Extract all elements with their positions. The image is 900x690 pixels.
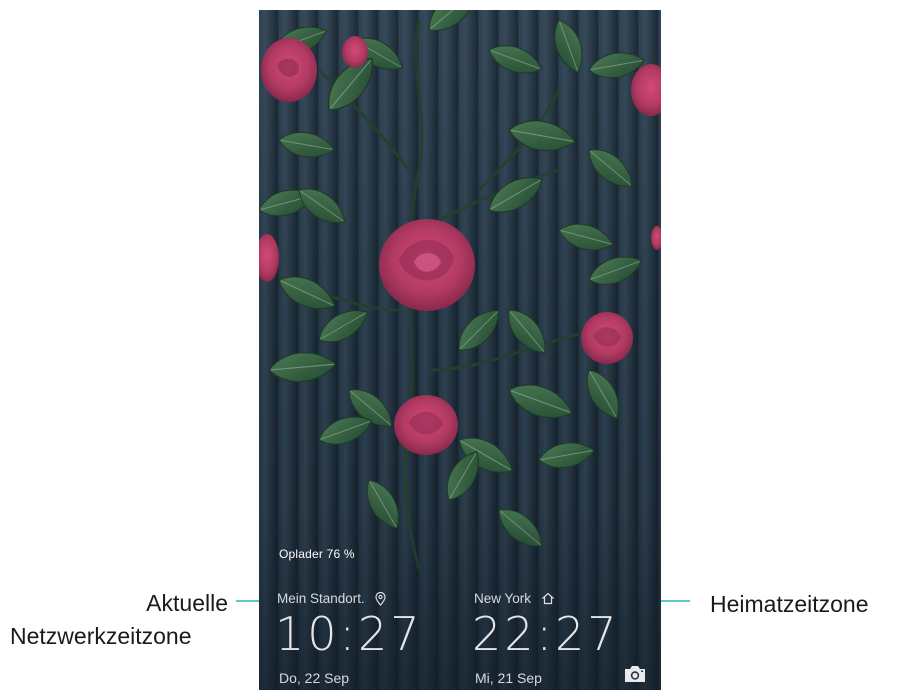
local-clock-time: 10:27 [275,607,423,661]
location-pin-icon [375,591,386,606]
camera-icon[interactable] [623,664,647,684]
home-clock-date: Mi, 21 Sep [475,670,542,686]
callout-current-network-timezone-line2: Netzwerkzeitzone [10,623,192,649]
local-clock-city-name: Mein Standort. [277,591,365,606]
home-icon [542,592,554,605]
local-clock-date: Do, 22 Sep [279,670,350,686]
callout-home-timezone: Heimatzeitzone [710,591,869,617]
callout-current-network-timezone: Aktuelle [128,588,228,619]
home-clock-city-name: New York [474,591,532,606]
local-clock-city: Mein Standort. [277,591,386,606]
home-clock-time: 22:27 [472,607,620,661]
screenshot-figure: Aktuelle Netzwerkzeitzone Heimatzeitzone [0,0,900,690]
charging-status: Oplader 76 % [279,547,355,561]
lock-screen: Oplader 76 % Mein Standort. 10:27 Do, 22… [259,10,661,690]
home-clock-city: New York [474,591,555,606]
callout-label-line1: Aktuelle [146,590,228,616]
